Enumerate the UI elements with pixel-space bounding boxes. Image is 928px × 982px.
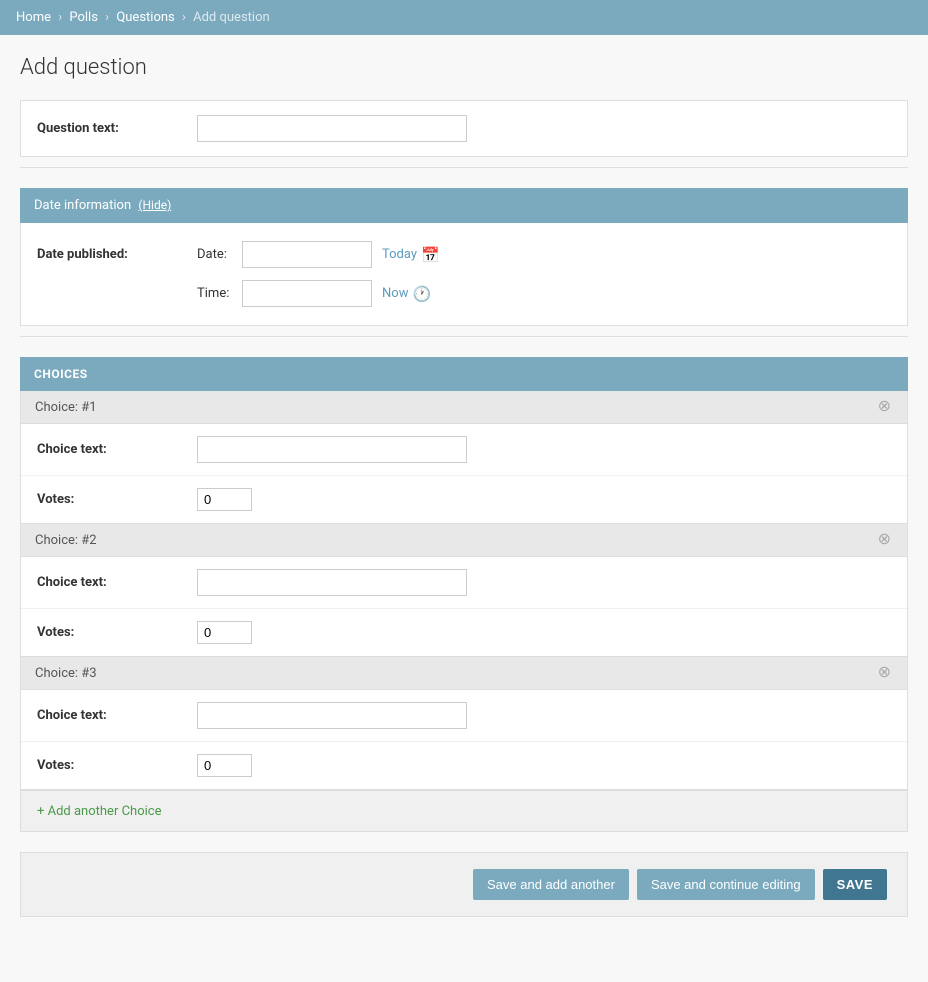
choice-3-text-row: Choice text: bbox=[21, 690, 907, 742]
question-text-label: Question text: bbox=[37, 121, 197, 136]
choice-1-fields: Choice text: Votes: bbox=[21, 424, 907, 524]
choice-1-text-label: Choice text: bbox=[37, 442, 197, 457]
clock-icon[interactable]: 🕐 bbox=[412, 285, 431, 303]
choice-3-text-input[interactable] bbox=[197, 702, 467, 729]
breadcrumb-sep-3: › bbox=[182, 10, 189, 25]
today-link[interactable]: Today bbox=[382, 247, 417, 262]
date-information-section: Date information (Hide) Date published: … bbox=[20, 188, 908, 326]
save-add-another-button[interactable]: Save and add another bbox=[473, 869, 629, 900]
time-input[interactable] bbox=[242, 280, 372, 307]
choice-1-votes-label: Votes: bbox=[37, 492, 197, 507]
save-continue-editing-button[interactable]: Save and continue editing bbox=[637, 869, 815, 900]
choice-1: Choice: #1 ⊗ Choice text: Votes: bbox=[21, 391, 907, 524]
time-row: Time: Now 🕐 bbox=[197, 280, 440, 307]
choice-3-label: Choice: #3 bbox=[35, 666, 97, 681]
choice-3-votes-row: Votes: bbox=[21, 742, 907, 789]
choice-3-text-label: Choice text: bbox=[37, 708, 197, 723]
choice-3-remove-button[interactable]: ⊗ bbox=[876, 665, 893, 681]
choice-1-votes-row: Votes: bbox=[21, 476, 907, 523]
question-text-input[interactable] bbox=[197, 115, 467, 142]
choice-3-header: Choice: #3 ⊗ bbox=[21, 657, 907, 690]
date-fields-col: Date: Today 📅 Time: Now 🕐 bbox=[197, 241, 440, 307]
choice-1-remove-button[interactable]: ⊗ bbox=[876, 399, 893, 415]
breadcrumb-current: Add question bbox=[193, 10, 270, 25]
choice-2-label: Choice: #2 bbox=[35, 533, 97, 548]
choice-3-votes-label: Votes: bbox=[37, 758, 197, 773]
choice-1-text-input[interactable] bbox=[197, 436, 467, 463]
choice-2: Choice: #2 ⊗ Choice text: Votes: bbox=[21, 524, 907, 657]
choice-3-fields: Choice text: Votes: bbox=[21, 690, 907, 790]
date-input[interactable] bbox=[242, 241, 372, 268]
question-text-section: Question text: bbox=[20, 100, 908, 157]
choice-2-fields: Choice text: Votes: bbox=[21, 557, 907, 657]
choices-header: CHOICES bbox=[20, 357, 908, 391]
choice-2-remove-button[interactable]: ⊗ bbox=[876, 532, 893, 548]
choice-2-votes-input[interactable] bbox=[197, 621, 252, 644]
choice-2-votes-label: Votes: bbox=[37, 625, 197, 640]
date-published-row: Date published: Date: Today 📅 Time: Now … bbox=[37, 237, 891, 311]
breadcrumb-home[interactable]: Home bbox=[16, 10, 51, 25]
choice-2-votes-row: Votes: bbox=[21, 609, 907, 656]
calendar-icon[interactable]: 📅 bbox=[421, 246, 440, 264]
breadcrumb-bar: Home › Polls › Questions › Add question bbox=[0, 0, 928, 35]
main-content: Add question Question text: Date informa… bbox=[0, 35, 928, 981]
breadcrumb-polls[interactable]: Polls bbox=[69, 10, 98, 25]
choice-3: Choice: #3 ⊗ Choice text: Votes: bbox=[21, 657, 907, 790]
date-row: Date: Today 📅 bbox=[197, 241, 440, 268]
choice-1-text-row: Choice text: bbox=[21, 424, 907, 476]
date-label: Date: bbox=[197, 247, 242, 262]
choice-3-votes-input[interactable] bbox=[197, 754, 252, 777]
choices-body: Choice: #1 ⊗ Choice text: Votes: bbox=[20, 391, 908, 832]
breadcrumb-questions[interactable]: Questions bbox=[116, 10, 174, 25]
choice-2-text-input[interactable] bbox=[197, 569, 467, 596]
date-published-label: Date published: bbox=[37, 241, 197, 262]
breadcrumb-sep-2: › bbox=[105, 10, 112, 25]
choice-2-text-label: Choice text: bbox=[37, 575, 197, 590]
choice-1-header: Choice: #1 ⊗ bbox=[21, 391, 907, 424]
breadcrumb-sep-1: › bbox=[58, 10, 65, 25]
choice-2-text-row: Choice text: bbox=[21, 557, 907, 609]
choice-2-header: Choice: #2 ⊗ bbox=[21, 524, 907, 557]
choice-1-votes-input[interactable] bbox=[197, 488, 252, 511]
now-link[interactable]: Now bbox=[382, 286, 408, 301]
page-title: Add question bbox=[20, 55, 908, 80]
add-choice-row: + Add another Choice bbox=[21, 790, 907, 831]
add-choice-link[interactable]: + Add another Choice bbox=[37, 804, 161, 819]
choices-section: CHOICES Choice: #1 ⊗ Choice text: Votes: bbox=[20, 357, 908, 832]
time-label: Time: bbox=[197, 286, 242, 301]
choice-1-label: Choice: #1 bbox=[35, 400, 97, 415]
date-section-header[interactable]: Date information (Hide) bbox=[20, 188, 908, 223]
date-hide-link[interactable]: (Hide) bbox=[138, 198, 171, 212]
date-section-body: Date published: Date: Today 📅 Time: Now … bbox=[20, 223, 908, 326]
action-bar: Save and add another Save and continue e… bbox=[20, 852, 908, 917]
save-button[interactable]: SAVE bbox=[823, 869, 887, 900]
